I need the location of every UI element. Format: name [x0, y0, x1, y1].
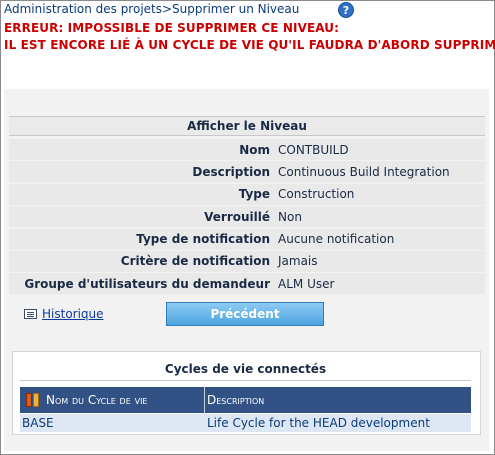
- error-line-2: IL EST ENCORE LIÉ À UN CYCLE DE VIE QU'I…: [4, 38, 495, 52]
- detail-label: Description: [192, 164, 270, 179]
- previous-button[interactable]: Précédent: [166, 302, 324, 326]
- column-header-name[interactable]: Nom du Cycle de vie: [20, 387, 205, 413]
- detail-row-type-notification: Type de notification Aucune notification: [9, 228, 485, 250]
- detail-label: Groupe d'utilisateurs du demandeur: [24, 276, 270, 291]
- detail-label: Type: [238, 187, 270, 202]
- table-row[interactable]: BASE Life Cycle for the HEAD development: [20, 414, 471, 432]
- history-list-icon[interactable]: [24, 309, 37, 319]
- column-header-name-label: Nom du Cycle de vie: [46, 393, 148, 407]
- details-table: Nom CONTBUILD Description Continuous Bui…: [9, 139, 485, 296]
- detail-value: ALM User: [278, 276, 335, 291]
- column-header-description[interactable]: Description: [205, 387, 264, 413]
- detail-value: Non: [278, 209, 302, 224]
- cycle-name-cell[interactable]: BASE: [20, 414, 205, 432]
- error-message: ERREUR: IMPOSSIBLE DE SUPPRIMER CE NIVEA…: [4, 20, 495, 54]
- detail-value: Continuous Build Integration: [278, 164, 450, 179]
- detail-row-groupe-utilisateurs: Groupe d'utilisateurs du demandeur ALM U…: [9, 273, 485, 295]
- lifecycle-icon: [26, 391, 40, 409]
- detail-value: Construction: [278, 187, 355, 202]
- detail-label: Verrouillé: [204, 209, 270, 224]
- detail-label: Critère de notification: [120, 254, 270, 269]
- breadcrumb: Administration des projets>Supprimer un …: [4, 2, 300, 16]
- detail-value: Jamais: [278, 254, 318, 269]
- detail-row-verrouille: Verrouillé Non: [9, 206, 485, 228]
- detail-value: Aucune notification: [278, 232, 395, 247]
- detail-label: Nom: [239, 142, 270, 157]
- detail-row-nom: Nom CONTBUILD: [9, 139, 485, 160]
- cycle-description-cell: Life Cycle for the HEAD development: [207, 416, 430, 430]
- detail-value: CONTBUILD: [278, 142, 349, 157]
- detail-row-critere-notification: Critère de notification Jamais: [9, 250, 485, 272]
- detail-row-description: Description Continuous Build Integration: [9, 161, 485, 183]
- error-line-1: ERREUR: IMPOSSIBLE DE SUPPRIMER CE NIVEA…: [4, 21, 340, 35]
- details-section-title: Afficher le Niveau: [9, 116, 485, 136]
- history-link[interactable]: Historique: [42, 307, 104, 321]
- cycles-table-header: Nom du Cycle de vie Description: [20, 387, 471, 413]
- history-link-group[interactable]: Historique: [24, 307, 104, 321]
- question-icon[interactable]: ?: [338, 2, 354, 18]
- detail-row-type: Type Construction: [9, 183, 485, 205]
- connected-cycles-title: Cycles de vie connectés: [20, 358, 471, 381]
- detail-label: Type de notification: [136, 232, 270, 247]
